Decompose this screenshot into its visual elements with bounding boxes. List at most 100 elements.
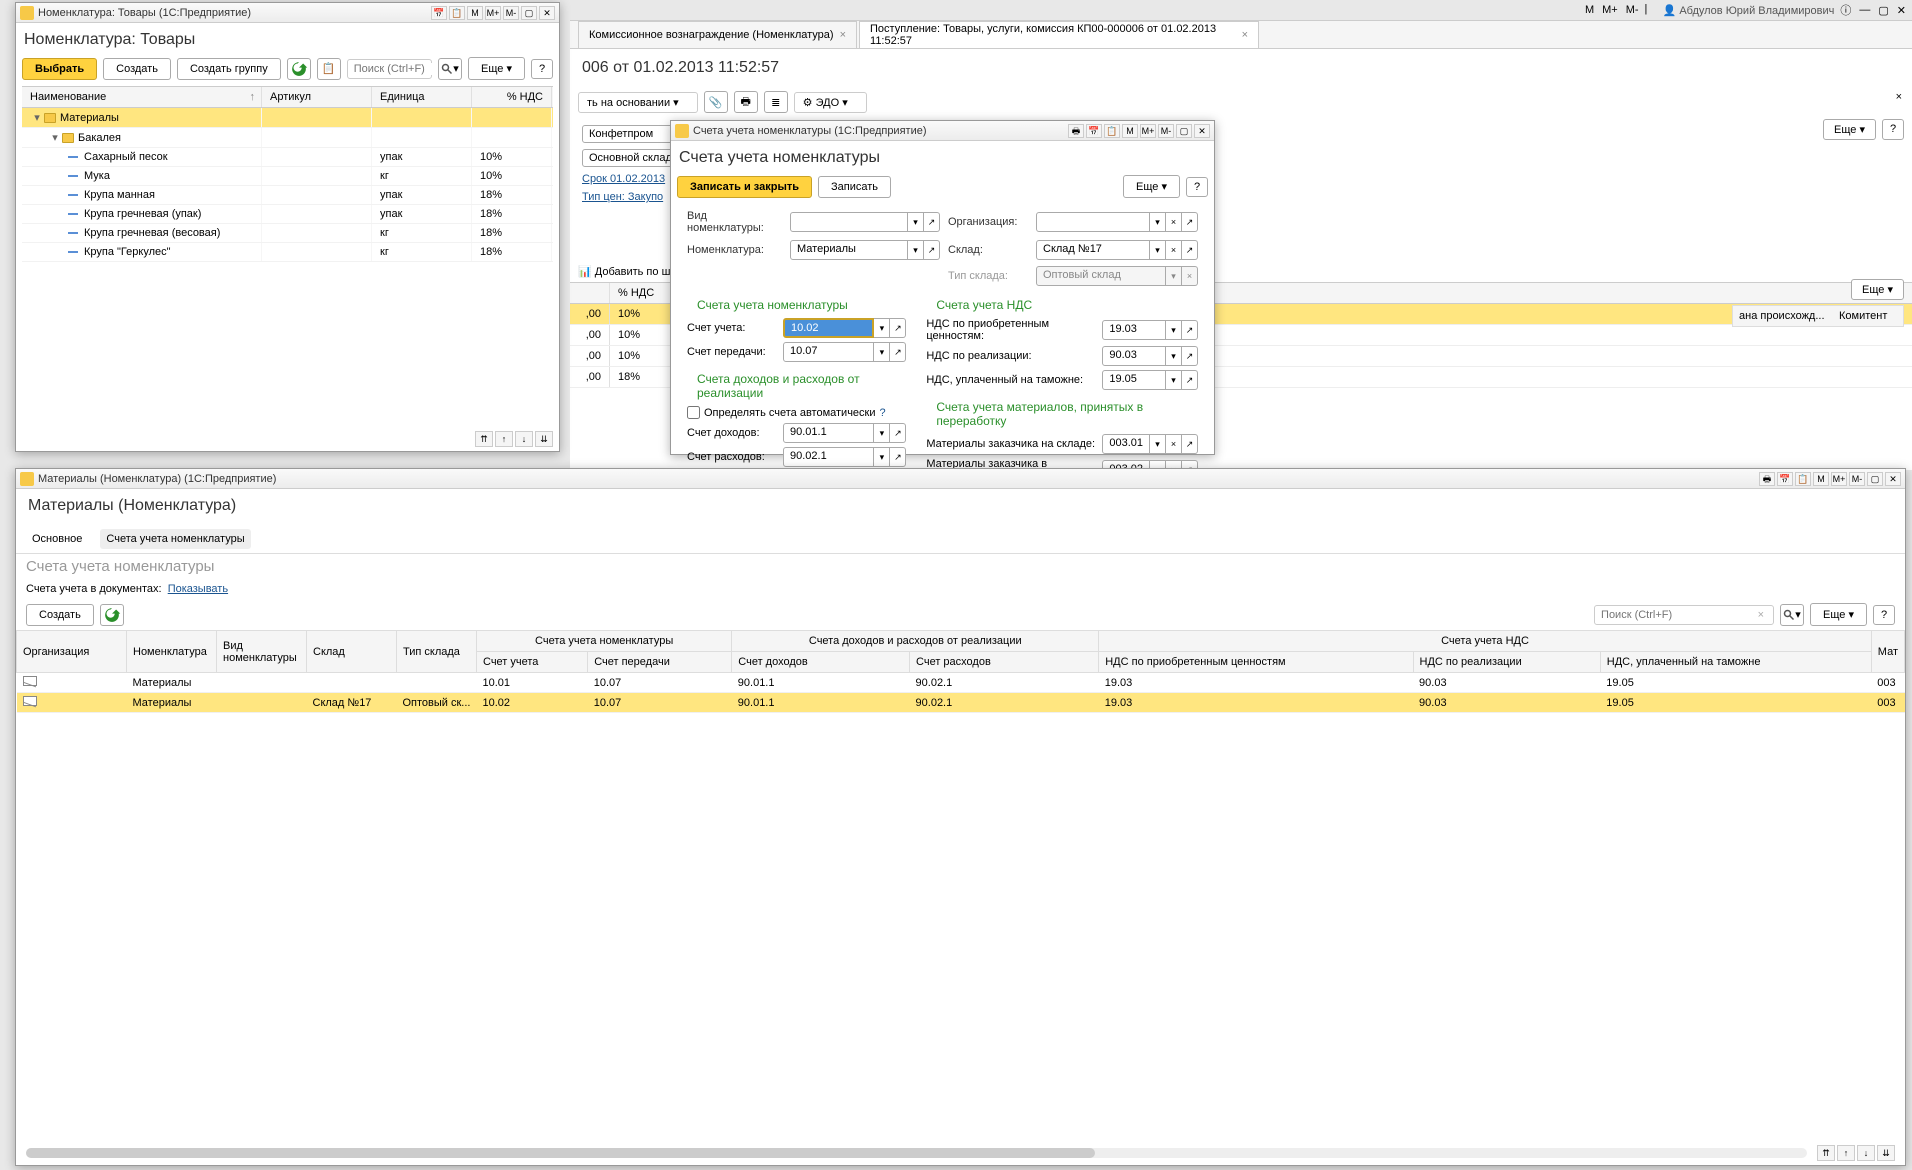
grid-more-button[interactable]: Еще ▾ — [1851, 279, 1904, 300]
col-sklad[interactable]: Склад — [307, 631, 397, 673]
col-nds-cust[interactable]: НДС, уплаченный на таможне — [1600, 652, 1871, 673]
tab-accounts[interactable]: Счета учета номенклатуры — [100, 529, 250, 549]
sklad-field[interactable]: Основной склад — [582, 149, 682, 167]
tree-item[interactable]: Мука кг10% — [22, 167, 553, 186]
col-group-nds[interactable]: Счета учета НДC — [1099, 631, 1872, 652]
close-icon[interactable]: ✕ — [1885, 472, 1901, 486]
col-org[interactable]: Организация — [17, 631, 127, 673]
calendar-icon[interactable]: 📅 — [1086, 124, 1102, 138]
create-group-button[interactable]: Создать группу — [177, 58, 281, 80]
income-field[interactable]: 90.01.1▾↗ — [783, 423, 906, 443]
tree-folder[interactable]: ▾Материалы — [22, 108, 553, 128]
nav-up[interactable]: ↑ — [1837, 1145, 1855, 1161]
print-icon[interactable]: 🖶 — [1068, 124, 1084, 138]
tab-commission[interactable]: Комиссионное вознаграждение (Номенклатур… — [578, 21, 857, 48]
help-button[interactable]: ? — [1186, 177, 1208, 197]
col-group-pl[interactable]: Счета доходов и расходов от реализации — [732, 631, 1099, 652]
maximize-icon[interactable]: ▢ — [521, 6, 537, 20]
m-button[interactable]: M — [1583, 4, 1596, 16]
col-unit[interactable]: Единица — [372, 87, 472, 107]
doc-close-icon[interactable]: × — [1896, 91, 1902, 103]
m-plus-button[interactable]: M+ — [1831, 472, 1847, 486]
m-minus-button[interactable]: M- — [1849, 472, 1865, 486]
col-nds-out[interactable]: НДС по реализации — [1413, 652, 1600, 673]
window-titlebar[interactable]: Материалы (Номенклатура) (1С:Предприятие… — [16, 469, 1905, 489]
nav-up[interactable]: ↑ — [495, 431, 513, 447]
help-button[interactable]: ? — [531, 59, 553, 79]
m-button[interactable]: M — [467, 6, 483, 20]
col-nds-in[interactable]: НДС по приобретенным ценностям — [1099, 652, 1413, 673]
close-icon[interactable]: ✕ — [1895, 4, 1908, 17]
tab-receipt[interactable]: Поступление: Товары, услуги, комиссия КП… — [859, 21, 1259, 48]
col-mat[interactable]: Мат — [1871, 631, 1904, 673]
nav-last[interactable]: ⇊ — [1877, 1145, 1895, 1161]
docs-link[interactable]: Показывать — [168, 583, 228, 595]
tree-item[interactable]: Крупа "Геркулес" кг18% — [22, 243, 553, 262]
expand-icon[interactable]: ▾ — [32, 111, 42, 124]
col-transfer[interactable]: Счет передачи — [588, 652, 732, 673]
paste-icon[interactable]: 📋 — [317, 58, 341, 80]
refresh-icon[interactable] — [100, 604, 124, 626]
term-link[interactable]: Срок 01.02.2013 — [582, 173, 665, 185]
col-kind[interactable]: Вид номенклатуры — [217, 631, 307, 673]
tree-item[interactable]: Сахарный песок упак10% — [22, 148, 553, 167]
tab-main[interactable]: Основное — [26, 529, 88, 549]
m-minus-button[interactable]: M- — [1624, 4, 1641, 16]
nom-field[interactable]: Материалы▾↗ — [790, 240, 940, 260]
m-plus-button[interactable]: M+ — [1600, 4, 1620, 16]
clear-search-icon[interactable]: × — [1755, 609, 1767, 621]
tree-item[interactable]: Крупа гречневая (весовая) кг18% — [22, 224, 553, 243]
refresh-icon[interactable] — [287, 58, 311, 80]
save-button[interactable]: Записать — [818, 176, 891, 198]
close-icon[interactable]: ✕ — [1194, 124, 1210, 138]
create-button[interactable]: Создать — [103, 58, 171, 80]
auto-checkbox[interactable]: Определять счета автоматически ? — [687, 406, 906, 419]
maximize-icon[interactable]: ▢ — [1176, 124, 1192, 138]
vendor-field[interactable]: Конфетпром — [582, 125, 682, 143]
more-button[interactable]: Еще ▾ — [1810, 603, 1867, 626]
acct-field[interactable]: 10.02▾↗ — [783, 318, 906, 338]
print-icon[interactable]: 🖶 — [734, 91, 758, 113]
nav-first[interactable]: ⇈ — [475, 431, 493, 447]
m-plus-button[interactable]: M+ — [485, 6, 501, 20]
tab-close-icon[interactable]: × — [1242, 29, 1248, 41]
nds-cust-field[interactable]: 19.05▾↗ — [1102, 370, 1198, 390]
expand-icon[interactable]: ▾ — [50, 131, 60, 144]
calendar-icon[interactable]: 📅 — [431, 6, 447, 20]
horizontal-scrollbar[interactable] — [26, 1148, 1807, 1158]
search-input[interactable]: × — [1594, 605, 1774, 625]
price-type-link[interactable]: Тип цен: Закупо — [582, 191, 663, 203]
calc-icon[interactable]: 📋 — [1104, 124, 1120, 138]
m-minus-button[interactable]: M- — [1158, 124, 1174, 138]
col-income[interactable]: Счет доходов — [732, 652, 910, 673]
search-button[interactable]: ▾ — [438, 58, 462, 80]
save-close-button[interactable]: Записать и закрыть — [677, 176, 812, 198]
org-field[interactable]: ▾×↗ — [1036, 212, 1198, 232]
list-icon[interactable]: ≣ — [764, 91, 788, 113]
based-on-combo[interactable]: ть на основании ▾ — [578, 92, 698, 113]
tree-item[interactable]: Крупа манная упак18% — [22, 186, 553, 205]
help-button[interactable]: ? — [1873, 605, 1895, 625]
window-titlebar[interactable]: Счета учета номенклатуры (1С:Предприятие… — [671, 121, 1214, 141]
maximize-icon[interactable]: ▢ — [1876, 4, 1890, 17]
tree-item[interactable]: Крупа гречневая (упак) упак18% — [22, 205, 553, 224]
col-expense[interactable]: Счет расходов — [910, 652, 1099, 673]
expense-field[interactable]: 90.02.1▾↗ — [783, 447, 906, 467]
more-button[interactable]: Еще ▾ — [1123, 175, 1180, 198]
nav-down[interactable]: ↓ — [1857, 1145, 1875, 1161]
col-group-accounts[interactable]: Счета учета номенклатуры — [477, 631, 732, 652]
table-row[interactable]: МатериалыСклад №17Оптовый ск... 10.0210.… — [17, 693, 1905, 713]
tab-close-icon[interactable]: × — [840, 29, 846, 41]
table-row[interactable]: Материалы 10.0110.0790.01.190.02.1 19.03… — [17, 673, 1905, 693]
nds-in-field[interactable]: 19.03▾↗ — [1102, 320, 1198, 340]
calendar-icon[interactable]: 📅 — [1777, 472, 1793, 486]
m-minus-button[interactable]: M- — [503, 6, 519, 20]
help-button[interactable]: ? — [1882, 119, 1904, 140]
select-button[interactable]: Выбрать — [22, 58, 97, 80]
nds-out-field[interactable]: 90.03▾↗ — [1102, 346, 1198, 366]
m-button[interactable]: M — [1122, 124, 1138, 138]
search-button[interactable]: ▾ — [1780, 604, 1804, 626]
calc-icon[interactable]: 📋 — [1795, 472, 1811, 486]
create-button[interactable]: Создать — [26, 604, 94, 626]
info-icon[interactable]: ⓘ — [1838, 2, 1853, 18]
